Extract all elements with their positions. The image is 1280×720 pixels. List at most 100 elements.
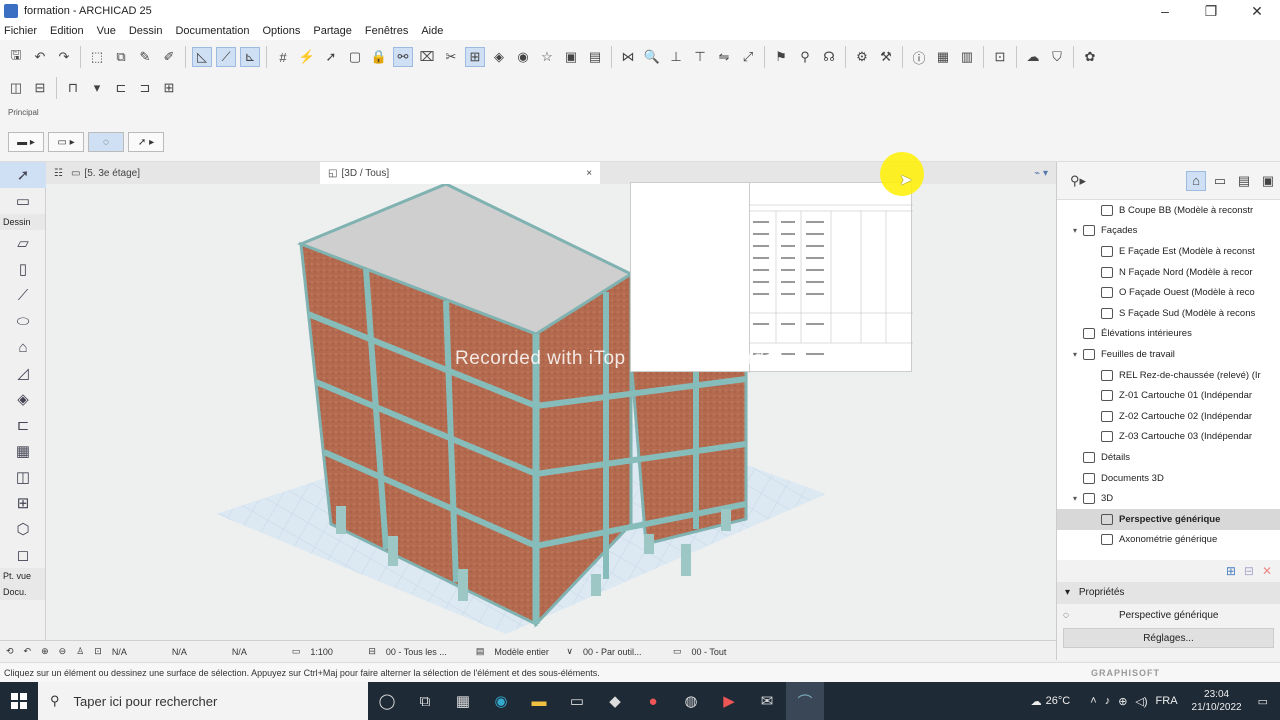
slab-tool-icon[interactable]: ⬭ <box>0 308 46 334</box>
grid-icon[interactable]: # <box>273 47 293 67</box>
project-tree-item[interactable]: Axonométrie générique <box>1057 530 1280 551</box>
pen-icon[interactable]: ◉ <box>513 47 533 67</box>
detail-icon[interactable]: ⊞ <box>159 78 179 98</box>
menu-partage[interactable]: Partage <box>313 25 352 37</box>
flag-icon[interactable]: ⚑ <box>771 47 791 67</box>
align-icon[interactable]: ⊞ <box>465 47 485 67</box>
settings-button[interactable]: Réglages... <box>1063 628 1274 648</box>
language-indicator[interactable]: FRA <box>1156 695 1178 707</box>
publisher-icon[interactable]: ▣ <box>1258 171 1278 191</box>
drag-icon[interactable]: ⤢ <box>738 47 758 67</box>
shell-tool-icon[interactable]: ◿ <box>0 360 46 386</box>
explorer-app-icon[interactable]: ▬ <box>520 682 558 720</box>
drop-icon[interactable]: ▾ <box>87 78 107 98</box>
column-tool-icon[interactable]: ▯ <box>0 256 46 282</box>
project-tree-item[interactable]: Documents 3D <box>1057 468 1280 489</box>
layers-icon[interactable]: ◈ <box>489 47 509 67</box>
project-tree-item[interactable]: ▾ 3D <box>1057 488 1280 509</box>
window-tool-icon[interactable]: ⊞ <box>0 490 46 516</box>
zoom-value-2[interactable]: N/A <box>172 647 222 657</box>
floor-icon[interactable]: ⊓ <box>63 78 83 98</box>
inject-icon[interactable]: ✐ <box>159 47 179 67</box>
taskbar-search[interactable]: ⚲ Taper ici pour rechercher <box>38 682 368 720</box>
wall-tool-icon[interactable]: ▱ <box>0 230 46 256</box>
tool-app-icon[interactable]: ◆ <box>596 682 634 720</box>
close-button[interactable]: ✕ <box>1234 0 1280 22</box>
organizer-icon[interactable]: ⚙ <box>852 47 872 67</box>
bim-cloud-icon[interactable]: ☁ <box>1023 47 1043 67</box>
windows-start-icon[interactable] <box>0 682 38 720</box>
arrow-tool-icon[interactable]: ➚ <box>0 162 46 188</box>
find-icon[interactable]: 🔍 <box>642 47 662 67</box>
pens-value[interactable]: 00 - Par outil... <box>583 647 663 657</box>
marquee-tool-icon[interactable]: ▭ <box>0 188 46 214</box>
task-view-icon[interactable]: ⧉ <box>406 682 444 720</box>
tab-close-icon[interactable]: × <box>586 168 592 179</box>
menu-fichier[interactable]: Fichier <box>4 25 37 37</box>
project-tree-item[interactable]: O Façade Ouest (Modèle à reco <box>1057 282 1280 303</box>
dims-value[interactable]: 00 - Tout <box>692 647 752 657</box>
tag-icon[interactable]: ⛉ <box>1047 47 1067 67</box>
menu-options[interactable]: Options <box>262 25 300 37</box>
menu-fenetres[interactable]: Fenêtres <box>365 25 408 37</box>
tab-3d[interactable]: ◱ [3D / Tous] × <box>320 162 601 184</box>
navigator-icon[interactable]: ⊡ <box>990 47 1010 67</box>
connect-icon[interactable]: ⋈ <box>618 47 638 67</box>
selection-method-dropdown[interactable]: ▬ ▸ <box>8 132 44 152</box>
weather-temp[interactable]: 26°C <box>1046 695 1071 707</box>
marquee-icon[interactable]: ⬚ <box>87 47 107 67</box>
volume-icon[interactable]: ◁) <box>1135 695 1147 708</box>
layers-value[interactable]: 00 - Tous les ... <box>386 647 466 657</box>
layout-book-icon[interactable]: ▤ <box>1234 171 1254 191</box>
snap-guide-icon[interactable]: ◺ <box>192 47 212 67</box>
project-tree-item[interactable]: ▾ Façades <box>1057 221 1280 242</box>
menu-aide[interactable]: Aide <box>421 25 443 37</box>
redo-icon[interactable]: ↷ <box>54 47 74 67</box>
navigator-menu-icon[interactable]: ⚲▸ <box>1063 171 1093 191</box>
view-options-icon[interactable]: ⌁ ▾ <box>1026 162 1056 184</box>
menu-dessin[interactable]: Dessin <box>129 25 163 37</box>
stair-tool-icon[interactable]: ⊏ <box>0 412 46 438</box>
beam-tool-icon[interactable]: ⟋ <box>0 282 46 308</box>
weather-icon[interactable]: ☁ <box>1031 695 1042 708</box>
project-tree-item[interactable]: ▾ Feuilles de travail <box>1057 344 1280 365</box>
project-tree-item[interactable]: S Façade Sud (Modèle à recons <box>1057 303 1280 324</box>
mirror-icon[interactable]: ⇋ <box>714 47 734 67</box>
model-value[interactable]: Modèle entier <box>494 647 556 657</box>
door-tool-icon[interactable]: ◫ <box>0 464 46 490</box>
snap-points-icon[interactable]: ⊾ <box>240 47 260 67</box>
area-mode-button[interactable]: ◌ <box>88 132 124 152</box>
tray-chevron-icon[interactable]: ˄ <box>1090 695 1096 707</box>
maximize-button[interactable]: ❐ <box>1188 0 1234 22</box>
group-icon[interactable]: ▢ <box>345 47 365 67</box>
network-icon[interactable]: ⊕ <box>1118 695 1127 708</box>
scale-value[interactable]: 1:100 <box>310 647 358 657</box>
zoom-value-3[interactable]: N/A <box>232 647 282 657</box>
pick-icon[interactable]: ✎ <box>135 47 155 67</box>
cursor-snap-icon[interactable]: ➚ <box>321 47 341 67</box>
project-map-icon[interactable]: ⌂ <box>1186 170 1206 191</box>
split-icon[interactable]: ✂ <box>441 47 461 67</box>
archicad-app-icon[interactable]: ⌒ <box>786 682 824 720</box>
stretch-icon[interactable]: ⊥ <box>666 47 686 67</box>
cortana-icon[interactable]: ◯ <box>368 682 406 720</box>
book-icon[interactable]: ▥ <box>957 47 977 67</box>
roof-tool-icon[interactable]: ⌂ <box>0 334 46 360</box>
copy-icon[interactable]: ⧉ <box>111 47 131 67</box>
filter-icon[interactable]: ⚲ <box>795 47 815 67</box>
morph-tool-icon[interactable]: ◈ <box>0 386 46 412</box>
view-settings-icon[interactable]: ◫ <box>6 78 26 98</box>
desktop-app-icon[interactable]: ▭ <box>558 682 596 720</box>
view-map-icon[interactable]: ▭ <box>1210 171 1230 191</box>
star-icon[interactable]: ☆ <box>537 47 557 67</box>
clone-view-icon[interactable]: ⊟ <box>1244 564 1254 578</box>
chrome-app-icon[interactable]: ◍ <box>672 682 710 720</box>
elevation-icon[interactable]: ⊏ <box>111 78 131 98</box>
project-tree-item[interactable]: REL Rez-de-chaussée (relevé) (Ir <box>1057 365 1280 386</box>
zoom-value-1[interactable]: N/A <box>112 647 162 657</box>
object-tool-icon[interactable]: ⬡ <box>0 516 46 542</box>
menu-documentation[interactable]: Documentation <box>175 25 249 37</box>
tab-floorplan[interactable]: ☷ ▭ [5. 3e étage] <box>46 162 148 184</box>
zoom-out-icon[interactable]: ⊖ <box>59 646 67 657</box>
minimize-button[interactable]: – <box>1142 0 1188 22</box>
